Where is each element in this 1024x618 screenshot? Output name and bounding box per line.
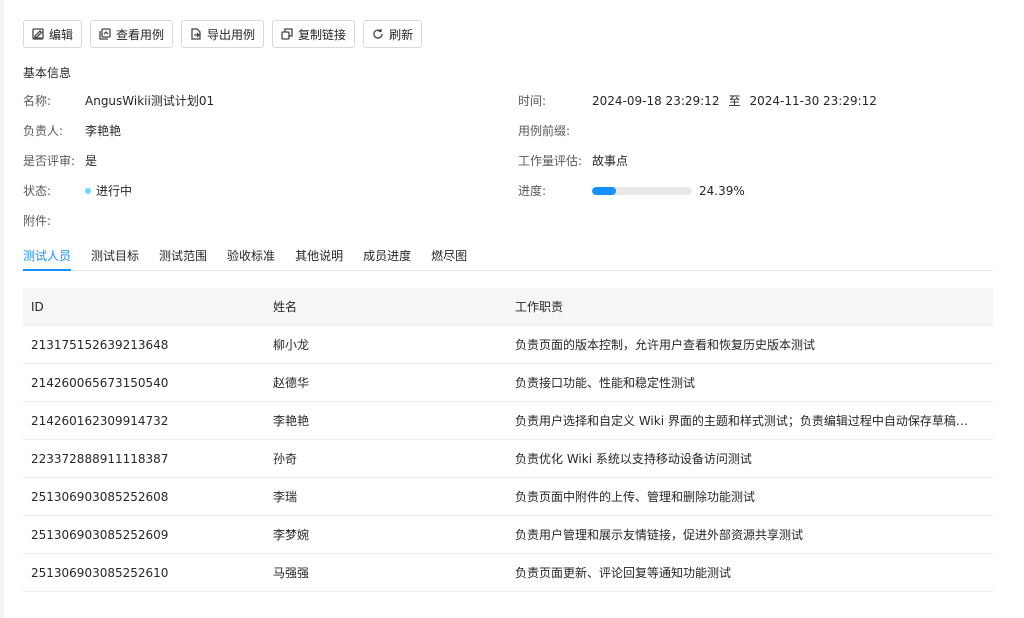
refresh-button[interactable]: 刷新 xyxy=(363,20,423,48)
refresh-button-label: 刷新 xyxy=(389,27,414,42)
table-row: 214260065673150540 赵德华 负责接口功能、性能和稳定性测试 xyxy=(23,364,993,402)
workload-value: 故事点 xyxy=(592,154,629,168)
cell-duty: 负责接口功能、性能和稳定性测试 xyxy=(515,376,696,390)
time-field: 时间: 2024-09-18 23:29:12 至 2024-11-30 23:… xyxy=(518,92,877,109)
header-id: ID xyxy=(31,299,44,314)
table-header: ID 姓名 工作职责 xyxy=(23,288,993,326)
info-row-3: 是否评审: 是 工作量评估: 故事点 xyxy=(23,152,993,168)
refresh-icon xyxy=(373,29,383,39)
export-icon xyxy=(191,28,201,40)
cell-id: 251306903085252609 xyxy=(31,527,169,542)
status-dot-icon xyxy=(85,187,91,194)
time-separator: 至 xyxy=(728,94,741,108)
basic-info-title: 基本信息 xyxy=(23,66,72,80)
case-prefix-label: 用例前缀: xyxy=(518,124,571,138)
tab-test-goals[interactable]: 测试目标 xyxy=(91,243,139,271)
table-row: 223372888911118387 孙奇 负责优化 Wiki 系统以支持移动设… xyxy=(23,440,993,478)
progress-bar xyxy=(592,186,692,195)
workload-label: 工作量评估: xyxy=(518,154,583,168)
table-row: 251306903085252608 李瑞 负责页面中附件的上传、管理和删除功能… xyxy=(23,478,993,516)
export-cases-button-label: 导出用例 xyxy=(207,27,256,42)
time-label: 时间: xyxy=(518,94,547,108)
attachment-label: 附件: xyxy=(23,214,52,228)
info-row-1: 名称: AngusWikii测试计划01 时间: 2024-09-18 23:2… xyxy=(23,92,993,109)
owner-value: 李艳艳 xyxy=(85,124,122,138)
review-field: 是否评审: 是 xyxy=(23,152,97,169)
time-start: 2024-09-18 23:29:12 xyxy=(592,93,720,108)
status-value: 进行中 xyxy=(96,184,133,198)
cell-name: 孙奇 xyxy=(273,452,298,466)
copy-link-button-label: 复制链接 xyxy=(298,27,347,42)
cell-id: 251306903085252610 xyxy=(31,565,169,580)
cell-name: 赵德华 xyxy=(273,376,310,390)
status-field: 状态: 进行中 xyxy=(23,182,132,199)
view-cases-button-label: 查看用例 xyxy=(116,27,165,42)
progress-bar-fill xyxy=(592,186,617,195)
time-end: 2024-11-30 23:29:12 xyxy=(749,93,877,108)
cell-duty: 负责页面更新、评论回复等通知功能测试 xyxy=(515,566,732,580)
view-cases-icon xyxy=(99,28,111,40)
copy-icon xyxy=(281,28,293,40)
table-row: 214260162309914732 李艳艳 负责用户选择和自定义 Wiki 界… xyxy=(23,402,993,440)
cell-duty: 负责页面中附件的上传、管理和删除功能测试 xyxy=(515,490,756,504)
info-row-5: 附件: xyxy=(23,212,993,228)
cell-name: 马强强 xyxy=(273,566,310,580)
table-row: 251306903085252610 马强强 负责页面更新、评论回复等通知功能测… xyxy=(23,554,993,592)
info-row-4: 状态: 进行中 进度: 24.39% xyxy=(23,182,993,199)
cell-name: 李梦婉 xyxy=(273,528,310,542)
view-cases-button[interactable]: 查看用例 xyxy=(90,20,174,48)
header-duty: 工作职责 xyxy=(515,300,564,314)
tab-test-scope[interactable]: 测试范围 xyxy=(159,243,207,271)
case-prefix-field: 用例前缀: xyxy=(518,122,592,139)
cell-duty: 负责优化 Wiki 系统以支持移动设备访问测试 xyxy=(515,452,752,466)
table-row: 213175152639213648 柳小龙 负责页面的版本控制，允许用户查看和… xyxy=(23,326,993,364)
review-value: 是 xyxy=(85,154,98,168)
name-value: AngusWikii测试计划01 xyxy=(85,94,215,108)
cell-duty: 负责用户选择和自定义 Wiki 界面的主题和样式测试；负责编辑过程中自动保存草稿… xyxy=(515,414,980,428)
review-label: 是否评审: xyxy=(23,154,76,168)
status-label: 状态: xyxy=(23,184,52,198)
toolbar: 编辑 查看用例 导出用例 复制链接 刷新 xyxy=(23,20,423,48)
edit-icon xyxy=(32,28,44,40)
cell-name: 李瑞 xyxy=(273,490,298,504)
name-label: 名称: xyxy=(23,94,52,108)
name-field: 名称: AngusWikii测试计划01 xyxy=(23,92,214,109)
cell-duty: 负责页面的版本控制，允许用户查看和恢复历史版本测试 xyxy=(515,338,816,352)
cell-id: 213175152639213648 xyxy=(31,337,169,352)
info-row-2: 负责人: 李艳艳 用例前缀: xyxy=(23,122,993,138)
workload-field: 工作量评估: 故事点 xyxy=(518,152,628,169)
progress-field: 进度: 24.39% xyxy=(518,182,745,199)
tab-other-notes[interactable]: 其他说明 xyxy=(295,243,343,271)
attachment-field: 附件: xyxy=(23,212,85,229)
cell-id: 223372888911118387 xyxy=(31,451,169,466)
cell-duty: 负责用户管理和展示友情链接，促进外部资源共享测试 xyxy=(515,528,804,542)
tab-testers[interactable]: 测试人员 xyxy=(23,243,72,271)
owner-label: 负责人: xyxy=(23,124,64,138)
tab-acceptance-criteria[interactable]: 验收标准 xyxy=(227,243,275,271)
table-row: 251306903085252609 李梦婉 负责用户管理和展示友情链接，促进外… xyxy=(23,516,993,554)
edit-button[interactable]: 编辑 xyxy=(23,20,83,48)
cell-id: 214260162309914732 xyxy=(31,413,169,428)
testers-table: ID 姓名 工作职责 213175152639213648 柳小龙 负责页面的版… xyxy=(23,288,993,592)
left-edge-bar xyxy=(0,0,4,618)
detail-tabs: 测试人员 测试目标 测试范围 验收标准 其他说明 成员进度 燃尽图 xyxy=(23,243,993,271)
cell-name: 李艳艳 xyxy=(273,414,310,428)
edit-button-label: 编辑 xyxy=(49,27,74,42)
tab-member-progress[interactable]: 成员进度 xyxy=(363,243,411,271)
progress-value: 24.39% xyxy=(699,183,745,198)
tab-burndown-chart[interactable]: 燃尽图 xyxy=(431,243,467,271)
owner-field: 负责人: 李艳艳 xyxy=(23,122,121,139)
cell-id: 251306903085252608 xyxy=(31,489,169,504)
header-name: 姓名 xyxy=(273,300,298,314)
cell-id: 214260065673150540 xyxy=(31,375,169,390)
progress-label: 进度: xyxy=(518,184,547,198)
copy-link-button[interactable]: 复制链接 xyxy=(272,20,356,48)
export-cases-button[interactable]: 导出用例 xyxy=(181,20,265,48)
cell-name: 柳小龙 xyxy=(273,338,310,352)
